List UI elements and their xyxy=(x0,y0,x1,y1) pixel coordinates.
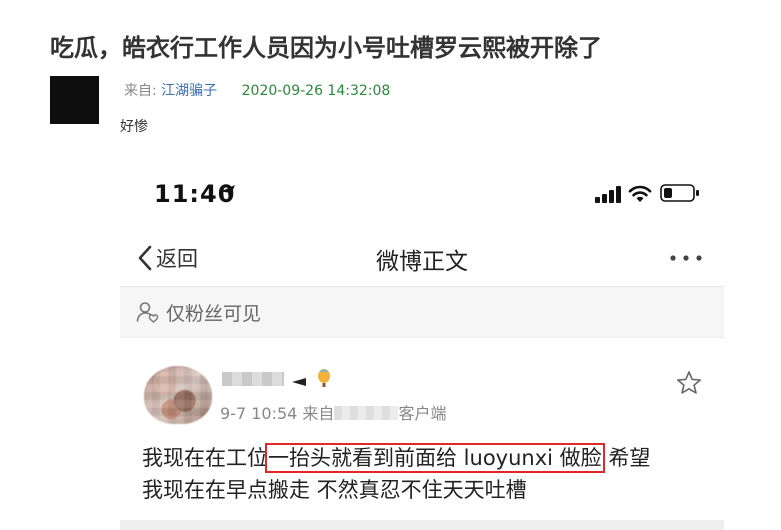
favorite-star-icon[interactable] xyxy=(676,370,702,396)
weibo-post-body: 我现在在工位一抬头就看到前面给 luoyunxi 做脸 希望 我现在在早点搬走 … xyxy=(142,442,712,506)
post-body-line-1: 我现在在工位一抬头就看到前面给 luoyunxi 做脸 希望 xyxy=(142,442,712,474)
post-body-line-2: 我现在在早点搬走 不然真忍不住天天吐槽 xyxy=(142,478,527,502)
phone-status-bar: 11:40 xyxy=(120,150,724,230)
source-redacted xyxy=(334,406,399,420)
from-label: 来自: xyxy=(124,83,157,99)
wifi-icon xyxy=(628,185,652,202)
poster-name-redacted xyxy=(222,372,284,386)
visibility-notice: 仅粉丝可见 xyxy=(120,287,724,338)
visibility-label: 仅粉丝可见 xyxy=(166,303,262,325)
forum-post-page: 吃瓜，皓衣行工作人员因为小号吐槽罗云熙被开除了 来自: 江湖骗子 2020-09… xyxy=(0,0,781,530)
weibo-screenshot: 11:40 返回 微博正文 仅粉丝可见 9-7 10:54 来自 客户端 我现在… xyxy=(120,150,724,530)
author-link[interactable]: 江湖骗子 xyxy=(161,83,217,99)
post-timestamp: 2020-09-26 14:32:08 xyxy=(241,83,391,99)
location-arrow-icon xyxy=(221,185,235,199)
weibo-post: 9-7 10:54 来自 客户端 我现在在工位一抬头就看到前面给 luoyunxi… xyxy=(120,338,724,518)
weibo-source-prefix: 来自 xyxy=(302,404,335,423)
weibo-source-suffix: 客户端 xyxy=(398,404,447,423)
reply-text: 好惨 xyxy=(120,119,148,135)
author-avatar[interactable] xyxy=(50,76,99,124)
bottom-divider xyxy=(120,520,724,530)
highlighted-text: 一抬头就看到前面给 luoyunxi 做脸 xyxy=(265,443,605,473)
cellular-signal-icon xyxy=(595,186,621,203)
balloon-badge-icon xyxy=(292,369,330,387)
fans-only-icon xyxy=(136,302,159,323)
post-title: 吃瓜，皓衣行工作人员因为小号吐槽罗云熙被开除了 xyxy=(50,34,602,62)
weibo-post-meta: 9-7 10:54 来自 客户端 xyxy=(220,400,446,424)
post-body-before: 我现在在工位 xyxy=(142,446,268,470)
post-body-after: 希望 xyxy=(608,446,651,470)
more-options-icon[interactable] xyxy=(666,246,706,270)
weibo-nav-bar: 返回 微博正文 xyxy=(120,230,724,287)
weibo-post-time: 9-7 10:54 xyxy=(220,404,298,423)
poster-avatar[interactable] xyxy=(144,366,212,424)
post-meta: 来自: 江湖骗子 2020-09-26 14:32:08 xyxy=(124,80,390,100)
battery-icon xyxy=(660,184,699,202)
nav-title: 微博正文 xyxy=(376,249,468,275)
